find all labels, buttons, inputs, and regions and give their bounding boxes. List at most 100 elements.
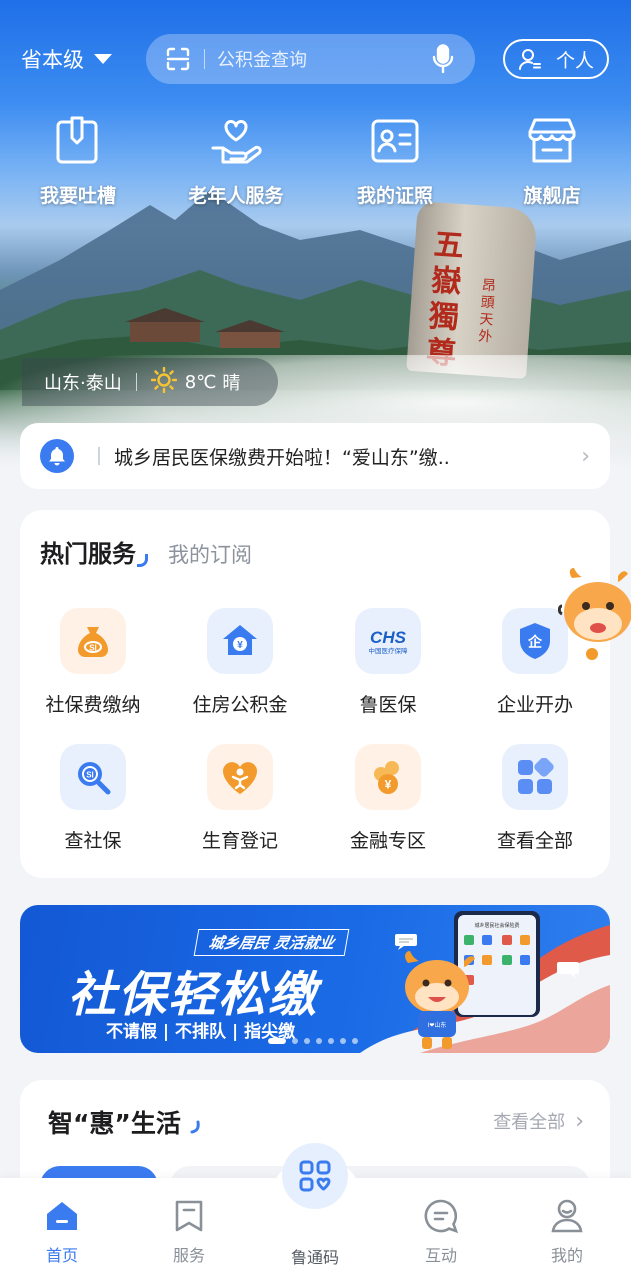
- chat-bubble-icon: [557, 962, 579, 978]
- smart-life-view-all[interactable]: 查看全部 ›: [493, 1108, 584, 1134]
- chs-medical-insurance-icon: CHS 中国医疗保障: [355, 608, 421, 674]
- service-social-insurance-payment[interactable]: SI 社保费缴纳: [20, 608, 166, 717]
- nav-label-qr-code: 鲁通码: [290, 1248, 339, 1267]
- tab-hot-services[interactable]: 热门服务: [40, 534, 148, 569]
- carousel-dot-active[interactable]: [268, 1038, 286, 1044]
- notice-bar[interactable]: 城乡居民医保缴费开始啦！“爱山东”缴.. ›: [20, 423, 610, 489]
- quick-action-feedback[interactable]: 我要吐槽: [13, 115, 143, 208]
- bell-icon: [40, 439, 74, 473]
- banner-mascot-shirt-text: I❤山东: [428, 1021, 447, 1029]
- promo-banner[interactable]: 城乡居民 灵活就业 社保轻松缴 不请假 | 不排队 | 指尖缴 城乡居民社会保险…: [20, 905, 610, 1053]
- carousel-dot[interactable]: [352, 1038, 358, 1044]
- weather-location: 山东·泰山: [44, 373, 122, 394]
- service-label: 查看全部: [496, 830, 573, 852]
- home-icon: [44, 1198, 80, 1234]
- chevron-right-icon: ›: [575, 1108, 584, 1134]
- service-view-all[interactable]: 查看全部: [462, 744, 608, 853]
- service-label: 企业开办: [496, 694, 573, 716]
- svg-text:SI: SI: [86, 771, 94, 780]
- view-all-label: 查看全部: [493, 1112, 566, 1133]
- store-icon: [526, 115, 578, 167]
- service-label: 社保费缴纳: [45, 694, 141, 716]
- service-label: 生育登记: [201, 830, 278, 852]
- birth-registration-icon: [207, 744, 273, 810]
- quick-action-label: 我要吐槽: [39, 185, 116, 207]
- weather-condition: 晴: [222, 373, 241, 394]
- feedback-icon: [52, 115, 104, 167]
- banner-tag: 城乡居民 灵活就业: [193, 929, 350, 956]
- scan-icon[interactable]: [164, 45, 192, 73]
- quick-action-label: 旗舰店: [523, 185, 581, 207]
- banner-headline: 社保轻松缴: [68, 967, 319, 1023]
- svg-text:SI: SI: [89, 644, 97, 653]
- caret-down-icon: [94, 54, 112, 64]
- elderly-service-icon: [210, 115, 262, 167]
- banner-subline: 不请假 | 不排队 | 指尖缴: [106, 1022, 296, 1042]
- service-medical-insurance[interactable]: CHS 中国医疗保障 鲁医保: [315, 608, 461, 717]
- user-switch-icon: [518, 49, 541, 70]
- svg-text:企: 企: [527, 634, 543, 651]
- finance-coins-icon: ¥: [355, 744, 421, 810]
- service-label: 金融专区: [349, 830, 426, 852]
- nav-label: 互动: [424, 1246, 457, 1265]
- service-label: 鲁医保: [359, 694, 417, 716]
- microphone-icon[interactable]: [429, 44, 457, 74]
- nav-services[interactable]: 服务: [144, 1198, 234, 1266]
- carousel-dot[interactable]: [328, 1038, 334, 1044]
- sun-icon: [150, 366, 177, 398]
- weather-temperature: 8℃: [184, 371, 217, 393]
- house-fund-icon: ¥: [207, 608, 273, 674]
- smart-life-title: 智“惠”生活: [48, 1104, 202, 1140]
- carousel-dot[interactable]: [304, 1038, 310, 1044]
- carousel-indicator[interactable]: [268, 1038, 358, 1044]
- profile-icon: [549, 1198, 585, 1234]
- banner-mascot-cow: I❤山东: [405, 951, 475, 1049]
- mascot-cow-icon[interactable]: [557, 566, 631, 666]
- chs-logo-subtext: 中国医疗保障: [369, 646, 409, 655]
- nav-interaction[interactable]: 互动: [396, 1198, 486, 1266]
- service-check-social-security[interactable]: SI 查社保: [20, 744, 166, 853]
- nav-label: 我的: [550, 1246, 583, 1265]
- quick-action-label: 我的证照: [356, 185, 433, 207]
- money-bag-icon: SI: [60, 608, 126, 674]
- phone-screen-title: 城乡居民社会保险费: [474, 922, 519, 929]
- notice-text: 城乡居民医保缴费开始啦！“爱山东”缴..: [114, 446, 450, 469]
- service-finance-zone[interactable]: ¥ 金融专区: [315, 744, 461, 853]
- region-selector[interactable]: 省本级: [21, 44, 112, 74]
- carousel-dot[interactable]: [292, 1038, 298, 1044]
- nav-label: 服务: [172, 1246, 205, 1265]
- service-housing-fund[interactable]: ¥ 住房公积金: [167, 608, 313, 717]
- quick-action-certificates[interactable]: 我的证照: [330, 115, 460, 208]
- nav-home[interactable]: 首页: [17, 1198, 107, 1266]
- chevron-right-icon: ›: [581, 443, 590, 469]
- weather-divider: [135, 373, 137, 391]
- svg-text:¥: ¥: [237, 640, 243, 651]
- qr-code-icon: [299, 1160, 331, 1192]
- service-birth-registration[interactable]: 生育登记: [167, 744, 313, 853]
- search-placeholder[interactable]: 公积金查询: [217, 46, 429, 72]
- services-tabs: 热门服务 我的订阅: [40, 534, 252, 569]
- carousel-dot[interactable]: [340, 1038, 346, 1044]
- region-label: 省本级: [21, 48, 84, 72]
- chat-icon: [423, 1198, 459, 1234]
- nav-qr-code-button[interactable]: [282, 1143, 348, 1209]
- grid-all-icon: [502, 744, 568, 810]
- service-bookmark-icon: [171, 1198, 207, 1234]
- carousel-dot[interactable]: [316, 1038, 322, 1044]
- svg-text:¥: ¥: [385, 778, 392, 792]
- title-swoosh-icon: [190, 1120, 200, 1134]
- nav-profile[interactable]: 我的: [522, 1198, 612, 1266]
- tab-my-subscriptions[interactable]: 我的订阅: [168, 539, 252, 569]
- quick-action-elderly[interactable]: 老年人服务: [171, 115, 301, 208]
- hot-services-card: 热门服务 我的订阅 SI 社保费缴纳 ¥ 住房公积金 CHS 中国医疗保障 鲁医…: [20, 510, 610, 878]
- service-label: 住房公积金: [192, 694, 288, 716]
- service-label: 查社保: [64, 830, 122, 852]
- personal-label: 个人: [555, 49, 594, 72]
- weather-widget[interactable]: 山东·泰山 8℃ 晴: [22, 358, 278, 406]
- top-bar: 省本级 公积金查询 个人: [0, 34, 631, 84]
- quick-action-store[interactable]: 旗舰店: [487, 115, 617, 208]
- search-bar[interactable]: 公积金查询: [146, 34, 475, 84]
- personal-button[interactable]: 个人: [503, 39, 609, 79]
- quick-actions: 我要吐槽 老年人服务 我的证照 旗舰店: [0, 115, 631, 215]
- nav-label: 首页: [45, 1246, 78, 1265]
